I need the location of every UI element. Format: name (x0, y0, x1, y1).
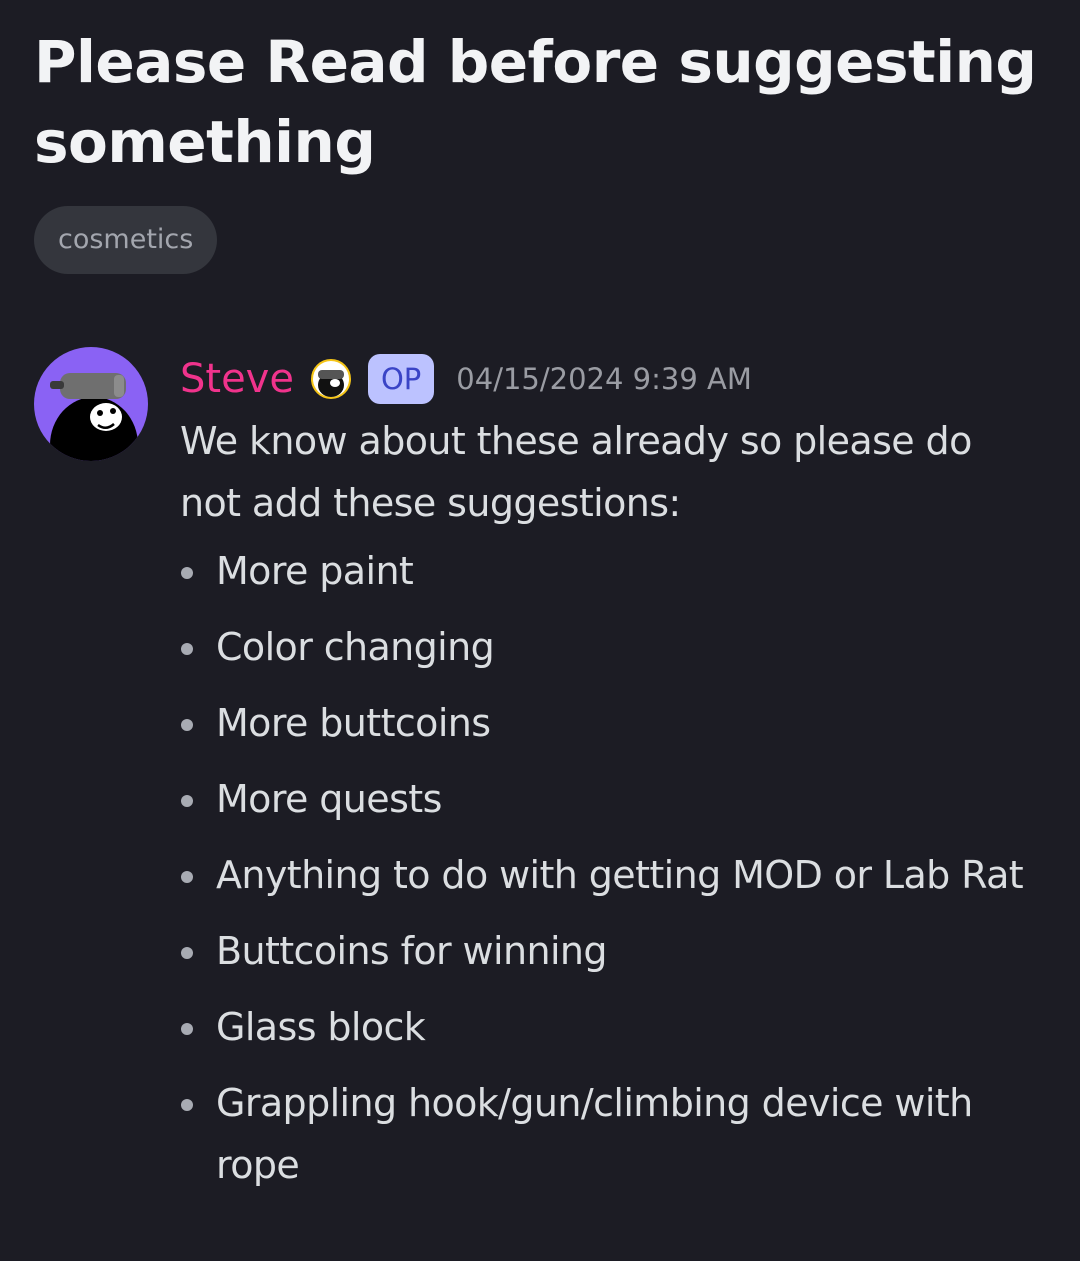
list-item-text: More paint (216, 549, 414, 593)
message-intro: We know about these already so please do… (180, 419, 972, 525)
list-item-text: Grappling hook/gun/climbing device with … (216, 1081, 973, 1187)
list-item: Buttcoins for winning (180, 920, 1030, 982)
bullet-icon (181, 1023, 193, 1035)
bullet-icon (181, 643, 193, 655)
bullet-icon (181, 719, 193, 731)
list-item-text: Buttcoins for winning (216, 929, 608, 973)
timestamp: 04/15/2024 9:39 AM (456, 362, 752, 396)
tag-chip-cosmetics[interactable]: cosmetics (34, 206, 218, 274)
list-item: More quests (180, 768, 1030, 830)
username[interactable]: Steve (180, 348, 294, 410)
list-item-text: Color changing (216, 625, 495, 669)
op-badge: OP (367, 354, 435, 404)
list-item: Grappling hook/gun/climbing device with … (180, 1072, 1030, 1196)
vr-headset-gorilla-avatar-icon (50, 373, 138, 461)
message-body: We know about these already so please do… (180, 410, 1030, 1210)
list-item: Color changing (180, 616, 1030, 678)
list-item-text: Anything to do with getting MOD or Lab R… (216, 853, 1024, 897)
suggestion-list: More paint Color changing More buttcoins… (180, 540, 1030, 1196)
list-item: Glass block (180, 996, 1030, 1058)
list-item: More buttcoins (180, 692, 1030, 754)
bullet-icon (181, 795, 193, 807)
bullet-icon (181, 947, 193, 959)
bullet-icon (181, 871, 193, 883)
list-item-text: Glass block (216, 1005, 426, 1049)
list-item-text: More buttcoins (216, 701, 491, 745)
list-item: More paint (180, 540, 1030, 602)
list-item-text: More quests (216, 777, 442, 821)
bullet-icon (181, 567, 193, 579)
thread-title: Please Read before suggesting something (34, 28, 1037, 176)
list-item: Anything to do with getting MOD or Lab R… (180, 844, 1030, 906)
post-header: Steve OP 04/15/2024 9:39 AM (180, 348, 752, 410)
user-avatar[interactable] (34, 347, 148, 461)
gorilla-role-icon[interactable] (308, 356, 354, 402)
bullet-icon (181, 1099, 193, 1111)
